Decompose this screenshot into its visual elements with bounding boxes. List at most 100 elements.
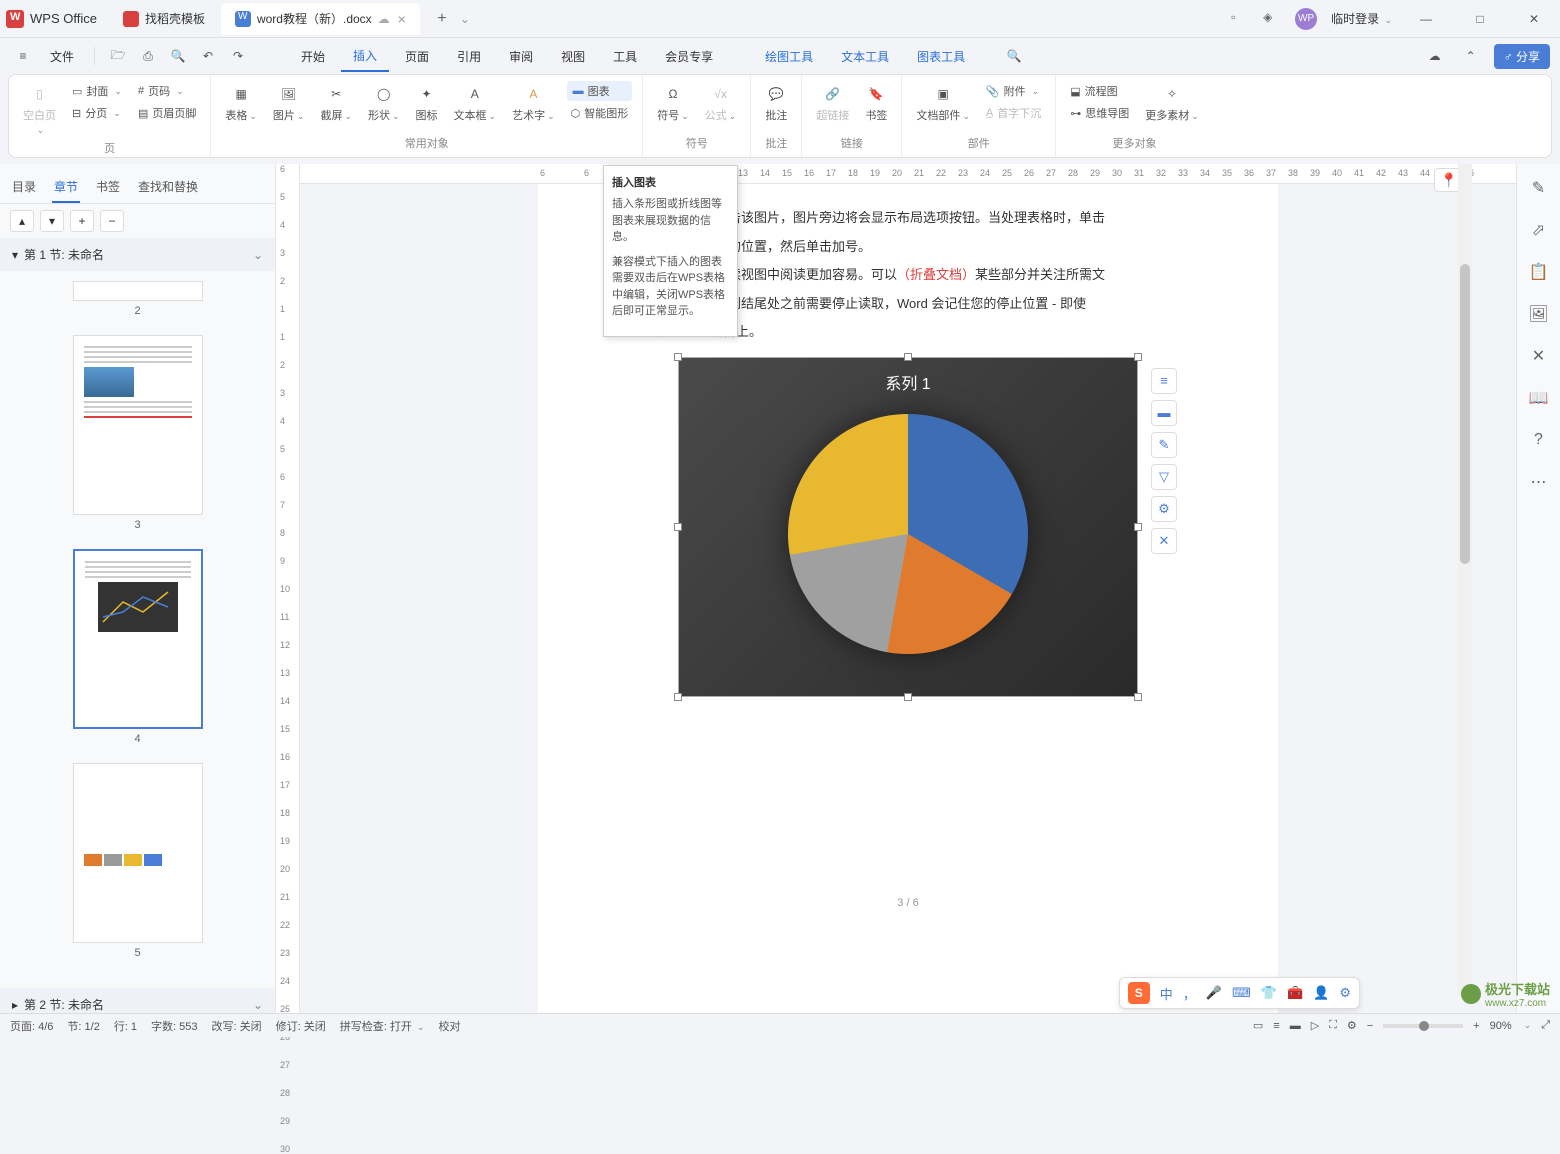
thumb-page-3[interactable]: 3 xyxy=(73,335,203,531)
zoom-settings-icon[interactable]: ⚙ xyxy=(1347,1019,1357,1032)
ime-user-icon[interactable]: 👤 xyxy=(1313,985,1329,1001)
zoom-out-button[interactable]: − xyxy=(1367,1020,1373,1032)
icon-button[interactable]: ✦图标 xyxy=(412,81,442,125)
login-button[interactable]: 临时登录 ⌄ xyxy=(1331,10,1392,27)
view-read-icon[interactable]: ▬ xyxy=(1290,1020,1301,1032)
thumb-page-4[interactable]: 4 xyxy=(73,549,203,745)
search-icon[interactable]: 🔍 xyxy=(1001,43,1027,69)
status-section[interactable]: 节: 1/2 xyxy=(67,1018,99,1034)
pen-icon[interactable]: ✎ xyxy=(1527,176,1551,200)
panel-icon[interactable]: ▫ xyxy=(1231,10,1249,28)
mindmap-button[interactable]: ⊶思维导图 xyxy=(1066,103,1133,123)
ime-punct-icon[interactable]: ， xyxy=(1183,984,1196,1003)
collapse-ribbon-icon[interactable]: ⌃ xyxy=(1458,43,1484,69)
ime-lang[interactable]: 中 xyxy=(1160,984,1173,1003)
save-icon[interactable]: 🗁 xyxy=(105,43,131,69)
clipboard-icon[interactable]: 📋 xyxy=(1527,260,1551,284)
view-web-icon[interactable]: ▷ xyxy=(1311,1019,1319,1032)
view-outline-icon[interactable]: ≡ xyxy=(1273,1020,1279,1032)
zoom-slider[interactable] xyxy=(1383,1024,1463,1028)
ime-keyboard-icon[interactable]: ⌨ xyxy=(1232,985,1251,1001)
thumb-page-2[interactable]: 2 xyxy=(73,281,203,317)
status-row[interactable]: 行: 1 xyxy=(114,1018,137,1034)
shape-button[interactable]: ◯形状⌄ xyxy=(364,81,404,125)
menu-hamburger-icon[interactable]: ≡ xyxy=(10,43,36,69)
print-icon[interactable]: ⎙ xyxy=(135,43,161,69)
menu-draw-tools[interactable]: 绘图工具 xyxy=(753,42,825,71)
wordart-button[interactable]: A艺术字⌄ xyxy=(508,81,559,125)
nav-tab-find[interactable]: 查找和替换 xyxy=(136,172,200,203)
chart-layout-button[interactable]: ≡ xyxy=(1151,368,1177,394)
page-area[interactable]: 📍 击该图片，图片旁边将会显示布局选项按钮。当处理表格时，单击 的位置，然后单击… xyxy=(300,164,1516,1021)
dropcap-button[interactable]: A̲首字下沉 xyxy=(982,103,1045,123)
ime-settings-icon[interactable]: ⚙ xyxy=(1339,985,1351,1001)
attachment-button[interactable]: 📎附件⌄ xyxy=(982,81,1045,101)
textbox-button[interactable]: A文本框⌄ xyxy=(450,81,501,125)
menu-view[interactable]: 视图 xyxy=(549,42,597,71)
chart-button[interactable]: ▬图表 xyxy=(567,81,633,101)
menu-member[interactable]: 会员专享 xyxy=(653,42,725,71)
close-button[interactable]: ✕ xyxy=(1514,4,1554,34)
cloud-icon[interactable]: ☁ xyxy=(1422,43,1448,69)
image-icon[interactable]: 🖼 xyxy=(1527,302,1551,326)
add-tab-button[interactable]: + xyxy=(430,7,454,31)
view-page-icon[interactable]: ▭ xyxy=(1253,1019,1263,1032)
menu-tools[interactable]: 工具 xyxy=(601,42,649,71)
zoom-value[interactable]: 90% xyxy=(1490,1020,1512,1032)
menu-text-tools[interactable]: 文本工具 xyxy=(829,42,901,71)
expand-icon[interactable]: ⤢ xyxy=(1541,1019,1550,1032)
flowchart-button[interactable]: ⬓流程图 xyxy=(1066,81,1133,101)
status-spell[interactable]: 拼写检查: 打开 ⌄ xyxy=(340,1018,425,1034)
undo-icon[interactable]: ↶ xyxy=(195,43,221,69)
ruler-vertical[interactable]: 6543211234567891011121314151617181920212… xyxy=(276,164,300,1021)
blank-page-button[interactable]: ▯ 空白页⌄ xyxy=(19,81,60,138)
nav-remove-button[interactable]: − xyxy=(100,210,124,232)
docparts-button[interactable]: ▣文档部件⌄ xyxy=(912,81,974,125)
close-icon[interactable]: × xyxy=(398,11,406,27)
screenshot-button[interactable]: ✂截屏⌄ xyxy=(316,81,356,125)
bookmark-button[interactable]: 🔖书签 xyxy=(861,81,891,125)
equation-button[interactable]: √x公式⌄ xyxy=(701,81,741,125)
menu-chart-tools[interactable]: 图表工具 xyxy=(905,42,977,71)
menu-page[interactable]: 页面 xyxy=(393,42,441,71)
symbol-button[interactable]: Ω符号⌄ xyxy=(653,81,693,125)
chart-filter-button[interactable]: ▽ xyxy=(1151,464,1177,490)
ime-toolbar[interactable]: S 中 ， 🎤 ⌨ 👕 🧰 👤 ⚙ xyxy=(1119,977,1360,1009)
tab-menu-chevron[interactable]: ⌄ xyxy=(460,12,470,26)
chart-settings-button[interactable]: ⚙ xyxy=(1151,496,1177,522)
redo-icon[interactable]: ↷ xyxy=(225,43,251,69)
minimize-button[interactable]: — xyxy=(1406,4,1446,34)
ime-toolbox-icon[interactable]: 🧰 xyxy=(1287,985,1303,1001)
cube-icon[interactable]: ◈ xyxy=(1263,10,1281,28)
more-icon[interactable]: ⋯ xyxy=(1527,470,1551,494)
page-break-button[interactable]: ⊟分页⌄ xyxy=(68,103,126,123)
menu-start[interactable]: 开始 xyxy=(289,42,337,71)
menu-reference[interactable]: 引用 xyxy=(445,42,493,71)
preview-icon[interactable]: 🔍 xyxy=(165,43,191,69)
cover-button[interactable]: ▭封面⌄ xyxy=(68,81,126,101)
maximize-button[interactable]: □ xyxy=(1460,4,1500,34)
chart-object[interactable]: 系列 1 ≡ ▬ ✎ ▽ ⚙ ✕ xyxy=(678,357,1138,697)
tab-templates[interactable]: 找稻壳模板 xyxy=(109,3,219,35)
view-fullscreen-icon[interactable]: ⛶ xyxy=(1329,1019,1337,1032)
nav-tab-bookmarks[interactable]: 书签 xyxy=(94,172,122,203)
share-button[interactable]: ♂ 分享 xyxy=(1494,44,1550,69)
book-icon[interactable]: 📖 xyxy=(1527,386,1551,410)
vertical-scrollbar[interactable] xyxy=(1458,164,1472,997)
section-1-header[interactable]: ▾ 第 1 节: 未命名 ⌄ xyxy=(0,238,275,271)
table-button[interactable]: ▦表格⌄ xyxy=(221,81,261,125)
avatar[interactable]: WP xyxy=(1295,8,1317,30)
more-materials-button[interactable]: ✧更多素材⌄ xyxy=(1141,81,1203,125)
status-proof[interactable]: 校对 xyxy=(439,1018,461,1034)
hyperlink-button[interactable]: 🔗超链接 xyxy=(812,81,853,125)
menu-review[interactable]: 审阅 xyxy=(497,42,545,71)
menu-insert[interactable]: 插入 xyxy=(341,41,389,72)
tools-icon[interactable]: ✕ xyxy=(1527,344,1551,368)
picture-button[interactable]: 🖼图片⌄ xyxy=(269,81,309,125)
status-words[interactable]: 字数: 553 xyxy=(151,1018,197,1034)
nav-add-button[interactable]: + xyxy=(70,210,94,232)
nav-tab-toc[interactable]: 目录 xyxy=(10,172,38,203)
nav-tab-sections[interactable]: 章节 xyxy=(52,172,80,203)
nav-down-button[interactable]: ▾ xyxy=(40,210,64,232)
smartart-button[interactable]: ⬡智能图形 xyxy=(567,103,633,123)
